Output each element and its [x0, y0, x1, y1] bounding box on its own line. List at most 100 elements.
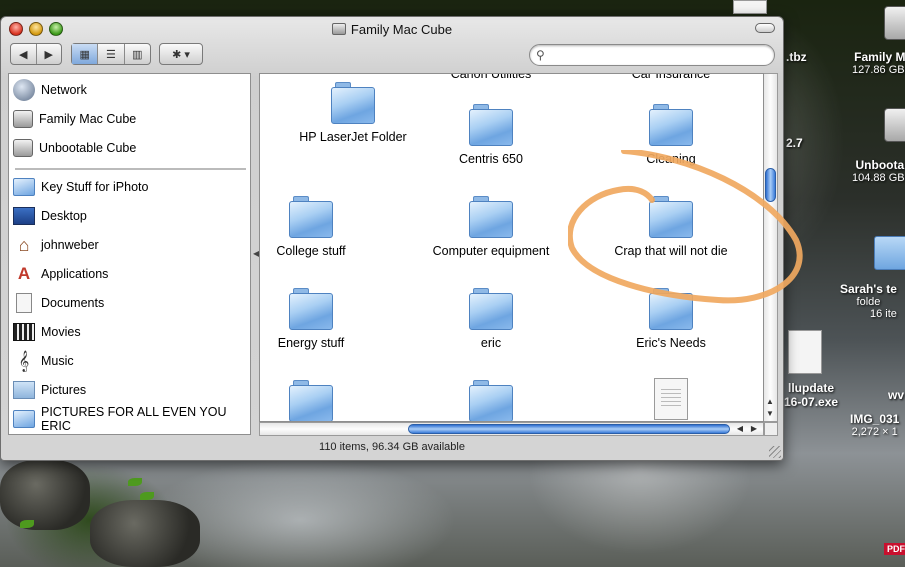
desktop-file-icon[interactable] — [733, 0, 767, 14]
window-title: Family Mac Cube — [1, 22, 783, 37]
status-text: 110 items, 96.34 GB available — [319, 441, 465, 453]
scroll-right-arrow-icon[interactable]: ▶ — [748, 423, 760, 435]
folder-icon — [469, 288, 513, 330]
folder-icon — [649, 196, 693, 238]
folder-icon — [13, 410, 35, 428]
folder-icon — [289, 380, 333, 421]
folder-icon — [289, 288, 333, 330]
sidebar-item-movies[interactable]: Movies — [13, 319, 249, 345]
folder-item-crap-that-will-not-die[interactable]: Crap that will not die — [586, 196, 756, 258]
sidebar-item-label: Movies — [41, 325, 81, 339]
sidebar-item-label: PICTURES FOR ALL EVEN YOU ERIC — [41, 405, 227, 433]
sidebar-item-label: Music — [41, 354, 74, 368]
folder-label: College stuff — [276, 244, 346, 258]
toolbar-toggle-button[interactable] — [755, 23, 775, 33]
desktop-item-sarahs-folder[interactable]: Sarah's te folde 16 ite — [840, 282, 897, 320]
icon-view-button[interactable]: ▦ — [72, 44, 99, 64]
clipped-item-label: Car Insurance — [631, 73, 711, 81]
folder-item-computer-equipment[interactable]: Computer equipment — [406, 196, 576, 258]
document-icon[interactable] — [788, 330, 822, 374]
sidebar-item-family-mac-cube[interactable]: Family Mac Cube — [13, 106, 249, 132]
rock-decoration — [90, 500, 200, 567]
leaf-decoration — [140, 492, 154, 500]
applications-icon: A — [17, 264, 31, 283]
folder-item-cleaning[interactable]: Cleaning — [586, 104, 756, 166]
horizontal-scrollbar[interactable]: ◀ ▶ — [259, 422, 764, 436]
desktop-item-unbootable[interactable]: Unboota 104.88 GB, — [852, 158, 905, 184]
scroll-left-arrow-icon[interactable]: ◀ — [734, 423, 746, 435]
sidebar-item-label: Family Mac Cube — [39, 112, 137, 126]
sidebar-item-pictures[interactable]: Pictures — [13, 377, 249, 403]
sidebar-item-desktop[interactable]: Desktop — [13, 203, 249, 229]
folder-icon — [649, 288, 693, 330]
vertical-scroll-thumb[interactable] — [765, 168, 776, 202]
sidebar-item-music[interactable]: 𝄞 Music — [13, 348, 249, 374]
desktop-item-wv[interactable]: wv — [888, 388, 904, 402]
toolbar: ◀ ▶ ▦ ☰ ▥ ✱ ▾ ⚲ — [1, 41, 783, 71]
sidebar-item-label: Desktop — [41, 209, 87, 223]
document-item-partial[interactable] — [586, 378, 756, 421]
desktop-icon — [13, 207, 35, 225]
scroll-up-arrow-icon[interactable]: ▲ — [764, 396, 776, 408]
pdf-badge: PDF — [884, 543, 905, 555]
folder-item-centris-650[interactable]: Centris 650 — [406, 104, 576, 166]
leaf-decoration — [128, 478, 142, 486]
folder-icon — [469, 196, 513, 238]
hard-drive-icon[interactable] — [884, 6, 905, 40]
title-bar[interactable]: Family Mac Cube — [1, 17, 783, 41]
sidebar-item-label: Applications — [41, 267, 109, 281]
sidebar-item-label: Key Stuff for iPhoto — [41, 180, 149, 194]
sidebar-item-pictures-for-all[interactable]: PICTURES FOR ALL EVEN YOU ERIC — [13, 405, 249, 433]
folder-item-energy-stuff[interactable]: Energy stuff — [260, 288, 396, 350]
sidebar-item-network[interactable]: Network — [13, 77, 249, 103]
sidebar-item-unbootable-cube[interactable]: Unbootable Cube — [13, 135, 249, 161]
folder-item-erics-needs[interactable]: Eric's Needs — [586, 288, 756, 350]
folder-label: eric — [480, 336, 502, 350]
horizontal-scroll-thumb[interactable] — [408, 424, 730, 434]
home-icon: ⌂ — [18, 234, 30, 255]
folder-icon — [469, 380, 513, 421]
folder-icon — [649, 104, 693, 146]
gear-icon: ✱ ▾ — [172, 48, 190, 61]
sidebar-item-home[interactable]: ⌂ johnweber — [13, 232, 249, 258]
sidebar-divider — [15, 168, 246, 170]
folder-item-partial[interactable] — [406, 380, 576, 421]
folder-icon — [289, 196, 333, 238]
folder-item-eric[interactable]: eric — [406, 288, 576, 350]
rock-decoration — [0, 460, 90, 530]
search-input[interactable] — [552, 47, 762, 63]
desktop-item-version[interactable]: 2.7 — [786, 136, 803, 150]
folder-label: Crap that will not die — [614, 244, 728, 258]
forward-button[interactable]: ▶ — [37, 44, 62, 64]
folder-item-partial[interactable] — [260, 380, 396, 421]
documents-icon — [16, 293, 32, 313]
list-view-button[interactable]: ☰ — [98, 44, 125, 64]
sidebar-item-label: Unbootable Cube — [39, 141, 137, 155]
clipped-item-label: Canon Utilities — [450, 73, 532, 81]
sidebar-item-key-stuff[interactable]: Key Stuff for iPhoto — [13, 174, 249, 200]
folder-icon — [469, 104, 513, 146]
back-forward-control: ◀ ▶ — [10, 43, 62, 65]
desktop-item-img[interactable]: IMG_031 2,272 × 1 — [850, 412, 899, 438]
action-menu-button[interactable]: ✱ ▾ — [159, 43, 203, 65]
column-view-button[interactable]: ▥ — [125, 44, 150, 64]
document-icon — [654, 378, 688, 420]
vertical-scrollbar[interactable]: ▲ ▼ — [764, 73, 778, 422]
network-icon — [13, 79, 35, 101]
sidebar-item-documents[interactable]: Documents — [13, 290, 249, 316]
sidebar-item-label: Documents — [41, 296, 105, 310]
desktop-item-tbz[interactable]: .tbz — [786, 50, 807, 64]
desktop-item-update-exe[interactable]: llupdate 16-07.exe — [784, 381, 838, 409]
view-control: ▦ ☰ ▥ — [71, 43, 151, 65]
sidebar-splitter[interactable]: ◀ — [251, 73, 259, 435]
scroll-down-arrow-icon[interactable]: ▼ — [764, 408, 776, 420]
folder-item-college-stuff[interactable]: College stuff — [260, 196, 396, 258]
resize-grip-icon[interactable] — [769, 446, 781, 458]
back-button[interactable]: ◀ — [11, 44, 37, 64]
folder-icon[interactable] — [874, 236, 905, 270]
sidebar-item-label: Network — [41, 83, 87, 97]
search-field[interactable]: ⚲ — [529, 44, 775, 66]
hard-drive-icon[interactable] — [884, 108, 905, 142]
desktop-item-family-mac[interactable]: Family M 127.86 GB, — [852, 50, 905, 76]
sidebar-item-applications[interactable]: A Applications — [13, 261, 249, 287]
